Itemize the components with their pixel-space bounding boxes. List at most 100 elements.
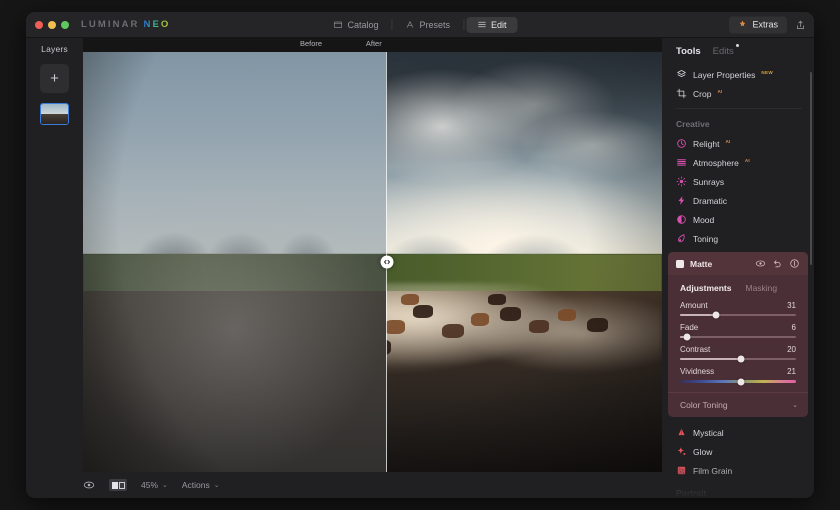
- chevron-down-icon: ⌄: [162, 482, 168, 489]
- color-toning-label: Color Toning: [680, 400, 728, 410]
- app-logo: LUMINAR NEO: [81, 19, 170, 30]
- app-body: Layers + Before After 45% ⌄ Actions ⌄ To…: [26, 38, 814, 498]
- info-icon[interactable]: [789, 258, 800, 269]
- tab-edits-label: Edits: [712, 46, 734, 57]
- slider-contrast-knob[interactable]: [737, 355, 745, 363]
- slider-fade-knob[interactable]: [683, 333, 691, 341]
- matte-tab-masking[interactable]: Masking: [745, 283, 777, 293]
- layer-thumbnail[interactable]: [40, 103, 69, 125]
- application-window: LUMINAR NEO Catalog Presets Edit Extras …: [26, 12, 814, 498]
- app-root: LUMINAR NEO Catalog Presets Edit Extras …: [0, 0, 840, 510]
- catalog-icon: [333, 20, 342, 29]
- extras-button[interactable]: Extras: [729, 16, 787, 33]
- minimize-button[interactable]: [48, 20, 56, 29]
- presets-icon: [406, 20, 415, 29]
- tab-presets-label: Presets: [419, 19, 451, 30]
- tools-scrollbar-thumb[interactable]: [810, 72, 812, 266]
- share-icon[interactable]: [795, 19, 806, 30]
- slider-fade-value: 6: [791, 323, 796, 332]
- eye-icon[interactable]: [755, 258, 766, 269]
- new-badge: NEW: [761, 70, 773, 75]
- crop-icon: [676, 88, 687, 99]
- tab-edits[interactable]: Edits: [712, 44, 739, 57]
- glow-icon: [676, 446, 687, 457]
- split-handle-icon: [384, 259, 390, 265]
- brand-accent: NEO: [143, 19, 171, 30]
- tool-mood[interactable]: Mood: [662, 210, 814, 229]
- tool-sunrays[interactable]: Sunrays: [662, 172, 814, 191]
- tools-panel-tabs: Tools Edits: [662, 42, 814, 65]
- tools-scrollbar[interactable]: [810, 72, 812, 492]
- tools-panel: Tools Edits Layer Properties NEW Crop AI…: [662, 38, 814, 498]
- tab-tools[interactable]: Tools: [676, 46, 701, 57]
- slider-amount[interactable]: Amount 31: [668, 297, 808, 319]
- tool-toning-label: Toning: [693, 233, 719, 244]
- tool-dramatic[interactable]: Dramatic: [662, 191, 814, 210]
- tool-atmosphere[interactable]: Atmosphere AI: [662, 153, 814, 172]
- tool-mood-label: Mood: [693, 214, 715, 225]
- image-canvas[interactable]: Layers + Before After: [26, 38, 662, 472]
- maximize-button[interactable]: [61, 20, 69, 29]
- color-toning-row[interactable]: Color Toning ⌄: [668, 392, 808, 417]
- slider-amount-track[interactable]: [680, 311, 796, 319]
- slider-contrast[interactable]: Contrast 20: [668, 341, 808, 363]
- zoom-level-label: 45%: [141, 480, 159, 490]
- before-after-split-handle[interactable]: [380, 255, 394, 269]
- tab-edit[interactable]: Edit: [466, 16, 518, 33]
- edits-indicator-dot: [735, 44, 739, 47]
- thumbnail-ground: [41, 113, 68, 124]
- matte-title: Matte: [690, 258, 713, 269]
- matte-panel-header[interactable]: Matte: [668, 252, 808, 275]
- matte-tab-adjustments[interactable]: Adjustments: [680, 283, 731, 293]
- slider-amount-knob[interactable]: [712, 311, 720, 319]
- before-image: [83, 52, 387, 472]
- reset-icon[interactable]: [772, 258, 783, 269]
- before-label: Before: [300, 39, 323, 48]
- tool-crop-label: Crop: [693, 88, 712, 99]
- matte-subtabs: Adjustments Masking: [668, 275, 808, 297]
- ai-badge-atmosphere: AI: [744, 158, 750, 163]
- actions-label: Actions: [181, 480, 210, 490]
- tool-film-grain[interactable]: Film Grain: [662, 461, 814, 480]
- tool-relight-label: Relight: [693, 138, 720, 149]
- before-vignette: [83, 52, 386, 472]
- tool-crop[interactable]: Crop AI: [662, 84, 814, 103]
- thumbnail-sky: [41, 104, 68, 114]
- slider-fade-track[interactable]: [680, 333, 796, 341]
- slider-vividness-knob[interactable]: [737, 378, 745, 385]
- brand-primary: LUMINAR: [81, 19, 140, 30]
- window-controls[interactable]: [35, 20, 69, 29]
- eye-icon[interactable]: [83, 479, 95, 491]
- tool-glow[interactable]: Glow: [662, 442, 814, 461]
- tool-relight[interactable]: Relight AI: [662, 134, 814, 153]
- actions-dropdown[interactable]: Actions ⌄: [182, 480, 220, 490]
- slider-fade[interactable]: Fade 6: [668, 319, 808, 341]
- slider-vividness[interactable]: Vividness 21: [668, 363, 808, 386]
- atmosphere-icon: [676, 157, 687, 168]
- compare-split-icon[interactable]: [109, 479, 127, 491]
- slider-vividness-track[interactable]: [680, 378, 796, 385]
- slider-contrast-track[interactable]: [680, 355, 796, 363]
- tab-catalog[interactable]: Catalog: [322, 17, 389, 33]
- zoom-level-dropdown[interactable]: 45% ⌄: [141, 480, 168, 490]
- slider-amount-value: 31: [787, 301, 796, 310]
- add-layer-button[interactable]: +: [40, 64, 69, 93]
- ai-badge-relight: AI: [725, 139, 731, 144]
- chevron-down-icon-color-toning: ⌄: [792, 402, 798, 409]
- section-creative: Creative: [676, 119, 710, 129]
- photo-viewport[interactable]: [83, 52, 662, 472]
- matte-panel: Matte Adjustments Masking Amount 31 Fade…: [668, 252, 808, 417]
- tab-presets[interactable]: Presets: [395, 17, 462, 33]
- tool-toning[interactable]: Toning: [662, 229, 814, 248]
- tool-mystical[interactable]: Mystical: [662, 423, 814, 442]
- matte-swatch-icon: [676, 259, 684, 268]
- mystical-icon: [676, 427, 687, 438]
- title-bar: LUMINAR NEO Catalog Presets Edit Extras: [26, 12, 814, 38]
- tool-mystical-label: Mystical: [693, 427, 724, 438]
- tab-catalog-label: Catalog: [347, 19, 379, 30]
- dramatic-icon: [676, 195, 687, 206]
- chevron-down-icon-2: ⌄: [213, 482, 220, 489]
- close-button[interactable]: [35, 20, 43, 29]
- tool-layer-properties[interactable]: Layer Properties NEW: [662, 65, 814, 84]
- ai-badge: AI: [717, 89, 723, 94]
